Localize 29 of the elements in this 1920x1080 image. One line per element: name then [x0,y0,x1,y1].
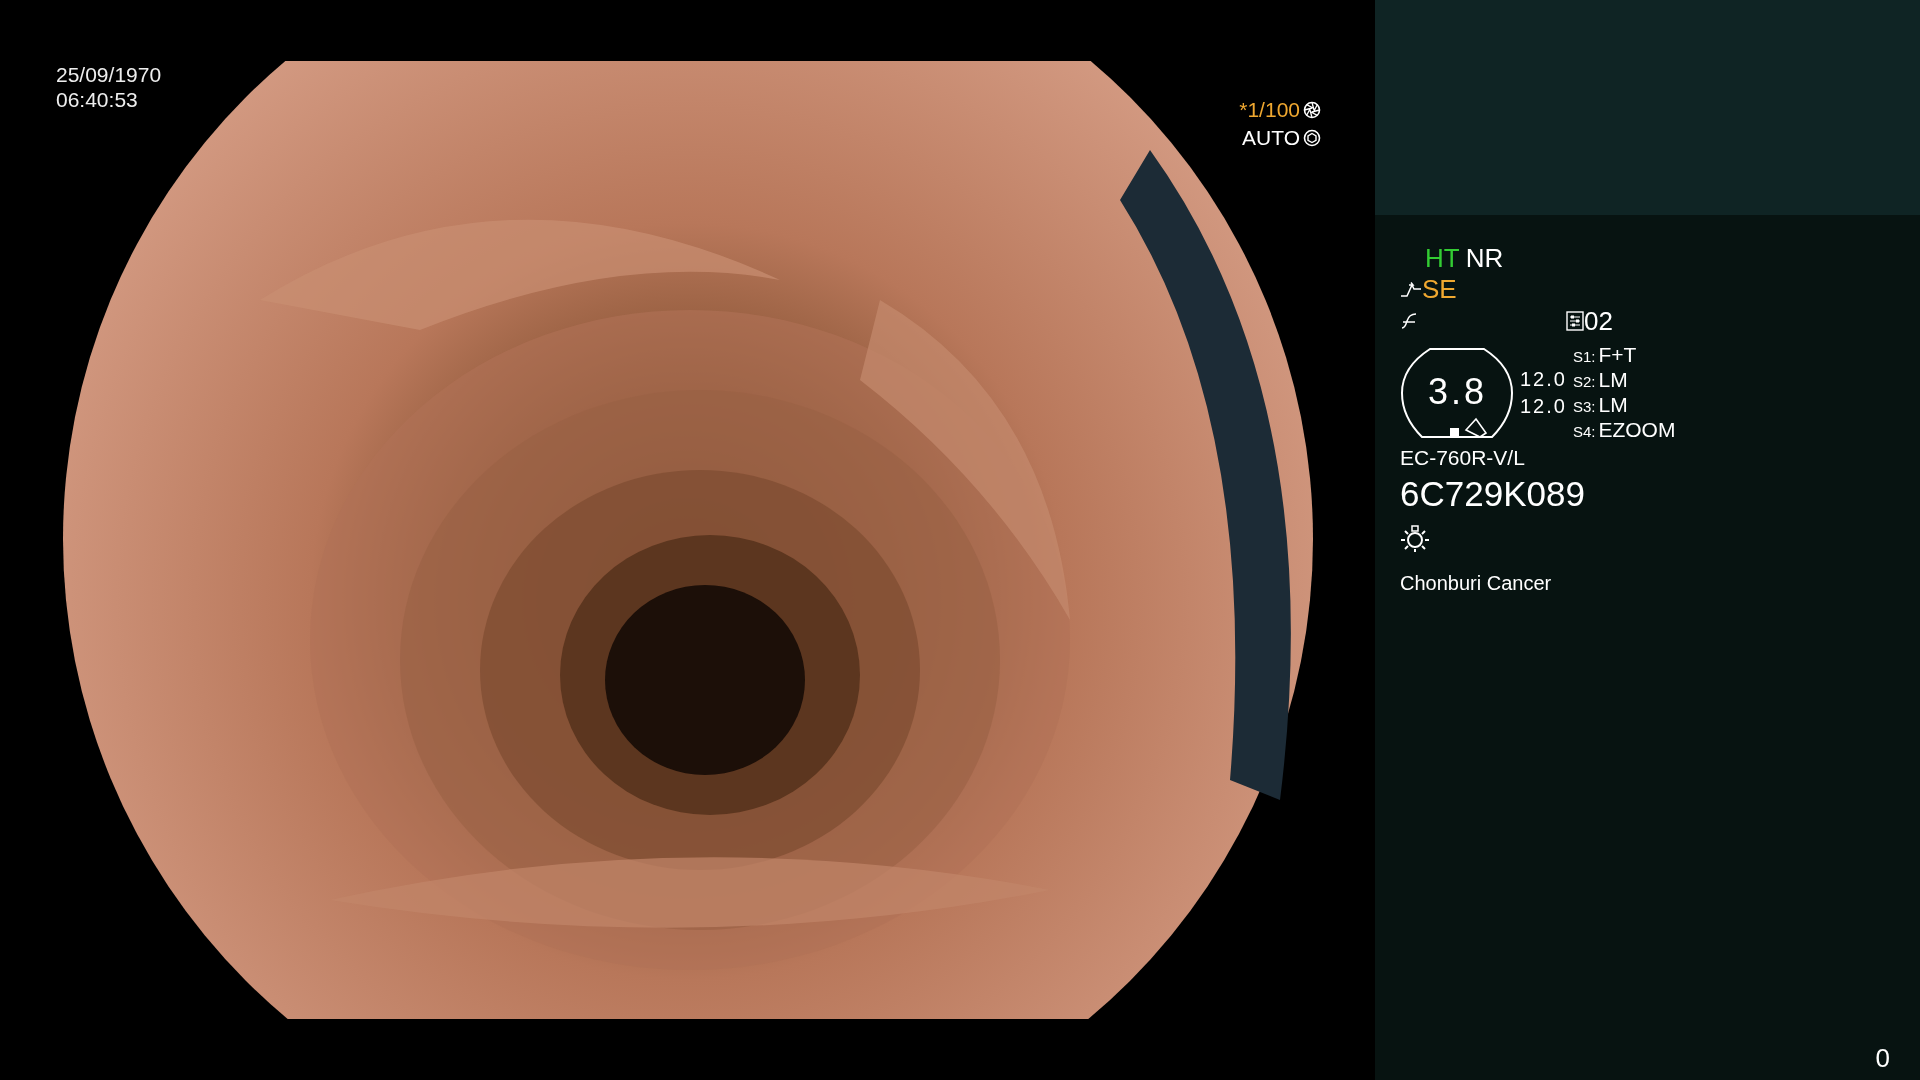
exam-time: 06:40:53 [56,87,139,112]
mode-label: HT [1425,243,1460,274]
scope-model: EC-760R-V/L [1400,446,1525,470]
gauge-reading: 12.0 [1520,394,1567,419]
institution-name: Chonburi Cancer [1400,571,1552,595]
mode-label: NR [1465,243,1504,274]
switch-function: EZOOM [1598,418,1676,442]
sliders-icon [1566,311,1584,331]
shutter-speed: *1/100 [1239,98,1300,122]
preset-number: 02 [1584,305,1613,337]
switch-key: S2: [1572,373,1596,390]
aperture-icon [1303,129,1321,147]
gauge-value: 3.8 [1428,371,1488,413]
light-icon [1400,525,1430,553]
enhancement-label: SE [1422,274,1457,305]
aperture-icon [1303,101,1321,119]
image-counter: 0 [1875,1043,1890,1074]
curve-arrow-icon [1400,281,1422,298]
switch-key: S4: [1572,423,1596,440]
switch-function: F+T [1598,343,1637,367]
switch-function: LM [1598,368,1628,392]
scope-serial: 6C729K089 [1400,474,1585,514]
switch-function: LM [1598,393,1628,417]
gauge-reading: 12.0 [1520,367,1567,392]
curve-icon [1400,312,1418,330]
switch-key: S3: [1572,398,1596,415]
exam-date: 25/09/1970 [56,62,162,87]
exposure-mode: AUTO [1242,126,1300,150]
switch-key: S1: [1572,348,1596,365]
